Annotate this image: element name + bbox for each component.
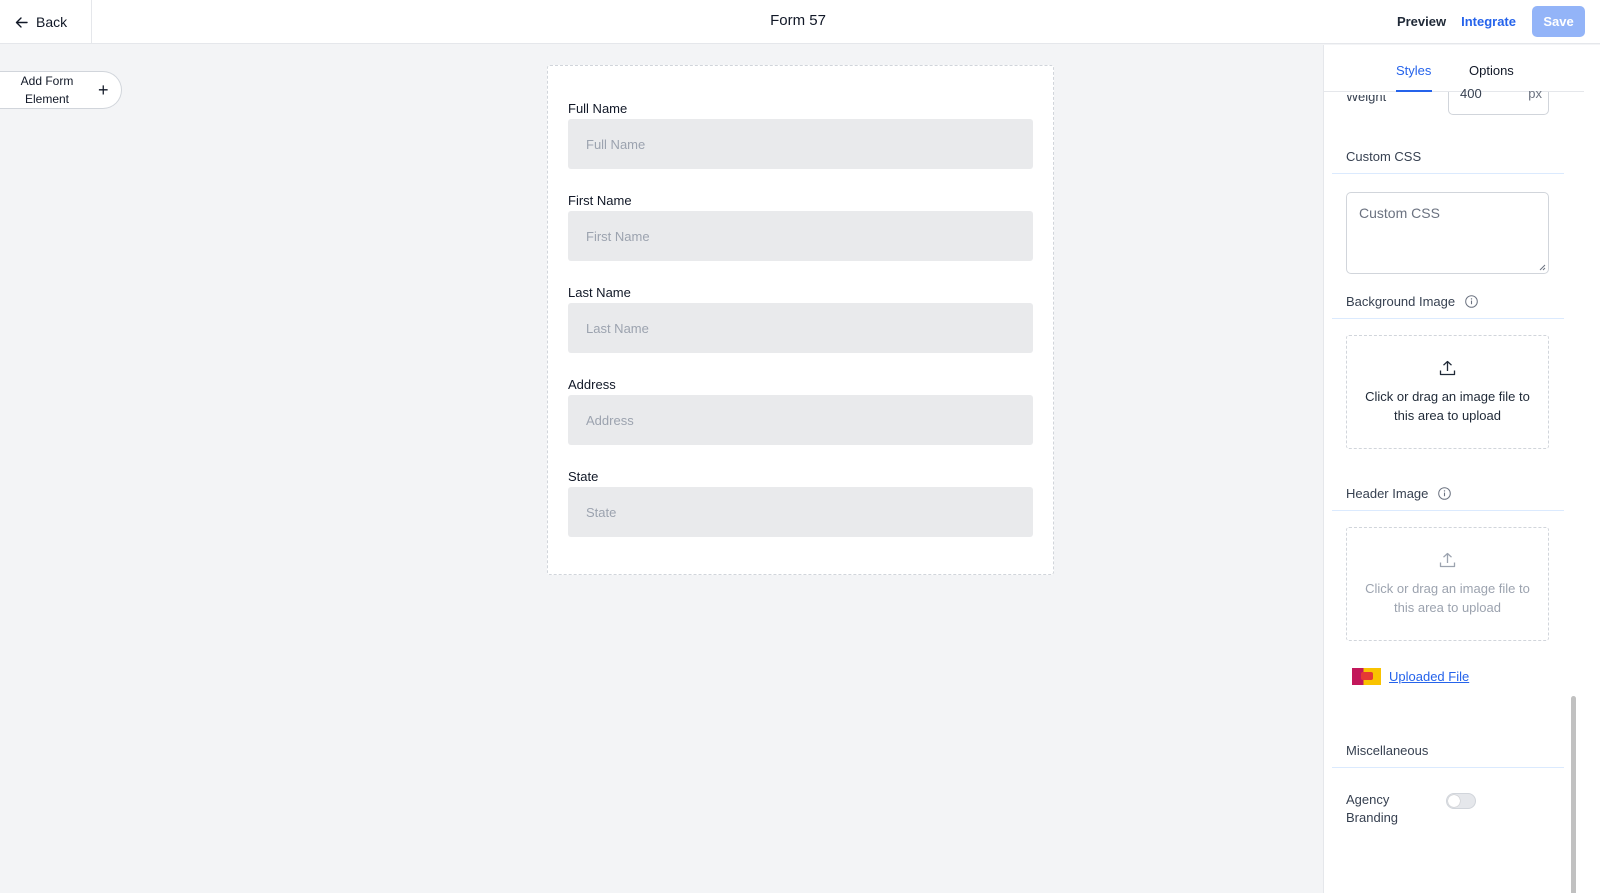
weight-unit: px xyxy=(1528,86,1542,101)
scrollbar-thumb[interactable] xyxy=(1571,696,1576,893)
uploaded-file-link[interactable]: Uploaded File xyxy=(1389,669,1469,684)
panel-tabs: Styles Options xyxy=(1324,45,1584,92)
back-button[interactable]: Back xyxy=(0,0,92,44)
divider xyxy=(1332,510,1564,511)
miscellaneous-title: Miscellaneous xyxy=(1346,743,1429,758)
top-actions: Preview Integrate Save xyxy=(1397,5,1585,37)
form-field-last-name[interactable]: Last Name Last Name xyxy=(568,284,1033,353)
panel-scrollbar[interactable] xyxy=(1569,95,1579,893)
toggle-knob xyxy=(1448,795,1460,807)
header-image-upload-zone[interactable]: Click or drag an image file to this area… xyxy=(1346,527,1549,641)
field-label: Address xyxy=(568,377,616,392)
uploaded-file-row: Uploaded File xyxy=(1352,668,1469,685)
agency-branding-toggle[interactable] xyxy=(1446,793,1476,809)
field-label: Last Name xyxy=(568,285,631,300)
field-label: State xyxy=(568,469,599,484)
divider xyxy=(1332,318,1564,319)
info-icon[interactable] xyxy=(1438,487,1451,500)
form-field-address[interactable]: Address Address xyxy=(568,376,1033,445)
agency-branding-label: Agency Branding xyxy=(1346,792,1399,825)
field-label: Full Name xyxy=(568,101,628,116)
last-name-input[interactable]: Last Name xyxy=(568,303,1033,353)
form-title: Form 57 xyxy=(770,12,826,29)
header-image-title: Header Image xyxy=(1346,486,1451,501)
field-label: First Name xyxy=(568,193,632,208)
save-button[interactable]: Save xyxy=(1532,5,1585,37)
form-field-full-name[interactable]: Full Name Full Name xyxy=(568,100,1033,169)
add-form-element-label: Add Form Element xyxy=(20,74,74,106)
top-bar: Back Form 57 Preview Integrate Save xyxy=(0,0,1600,44)
background-image-label: Background Image xyxy=(1346,294,1456,309)
background-image-title: Background Image xyxy=(1346,294,1478,309)
weight-input[interactable]: 400 px xyxy=(1448,86,1549,115)
settings-panel: Styles Options Weight 400 px Custom CSS … xyxy=(1323,45,1600,893)
resize-grip-icon[interactable] xyxy=(1539,264,1546,271)
preview-button[interactable]: Preview xyxy=(1397,14,1446,29)
divider xyxy=(1332,767,1564,768)
tab-styles[interactable]: Styles xyxy=(1396,63,1431,78)
back-label: Back xyxy=(36,14,68,30)
first-name-input[interactable]: First Name xyxy=(568,211,1033,261)
arrow-left-icon xyxy=(15,16,28,28)
custom-css-textarea[interactable]: Custom CSS xyxy=(1346,192,1549,274)
active-tab-indicator xyxy=(1396,90,1432,92)
header-image-label: Header Image xyxy=(1346,486,1429,501)
form-field-first-name[interactable]: First Name First Name xyxy=(568,192,1033,261)
full-name-input[interactable]: Full Name xyxy=(568,119,1033,169)
form-field-state[interactable]: State State xyxy=(568,468,1033,537)
add-form-element-button[interactable]: Add Form Element + xyxy=(0,71,122,109)
upload-icon xyxy=(1439,552,1456,568)
integrate-button[interactable]: Integrate xyxy=(1461,14,1516,29)
uploaded-file-thumbnail xyxy=(1352,668,1381,685)
state-input[interactable]: State xyxy=(568,487,1033,537)
tab-options[interactable]: Options xyxy=(1469,63,1514,78)
divider xyxy=(1332,173,1564,174)
custom-css-placeholder: Custom CSS xyxy=(1359,205,1440,221)
custom-css-title: Custom CSS xyxy=(1346,149,1422,164)
address-input[interactable]: Address xyxy=(568,395,1033,445)
background-image-upload-zone[interactable]: Click or drag an image file to this area… xyxy=(1346,335,1549,449)
upload-hint: Click or drag an image file to this area… xyxy=(1365,389,1530,423)
weight-value: 400 xyxy=(1460,86,1482,101)
upload-icon xyxy=(1439,360,1456,376)
info-icon[interactable] xyxy=(1464,295,1478,308)
upload-hint: Click or drag an image file to this area… xyxy=(1365,581,1530,615)
plus-icon: + xyxy=(98,79,109,100)
form-canvas: Full Name Full Name First Name First Nam… xyxy=(547,65,1054,575)
